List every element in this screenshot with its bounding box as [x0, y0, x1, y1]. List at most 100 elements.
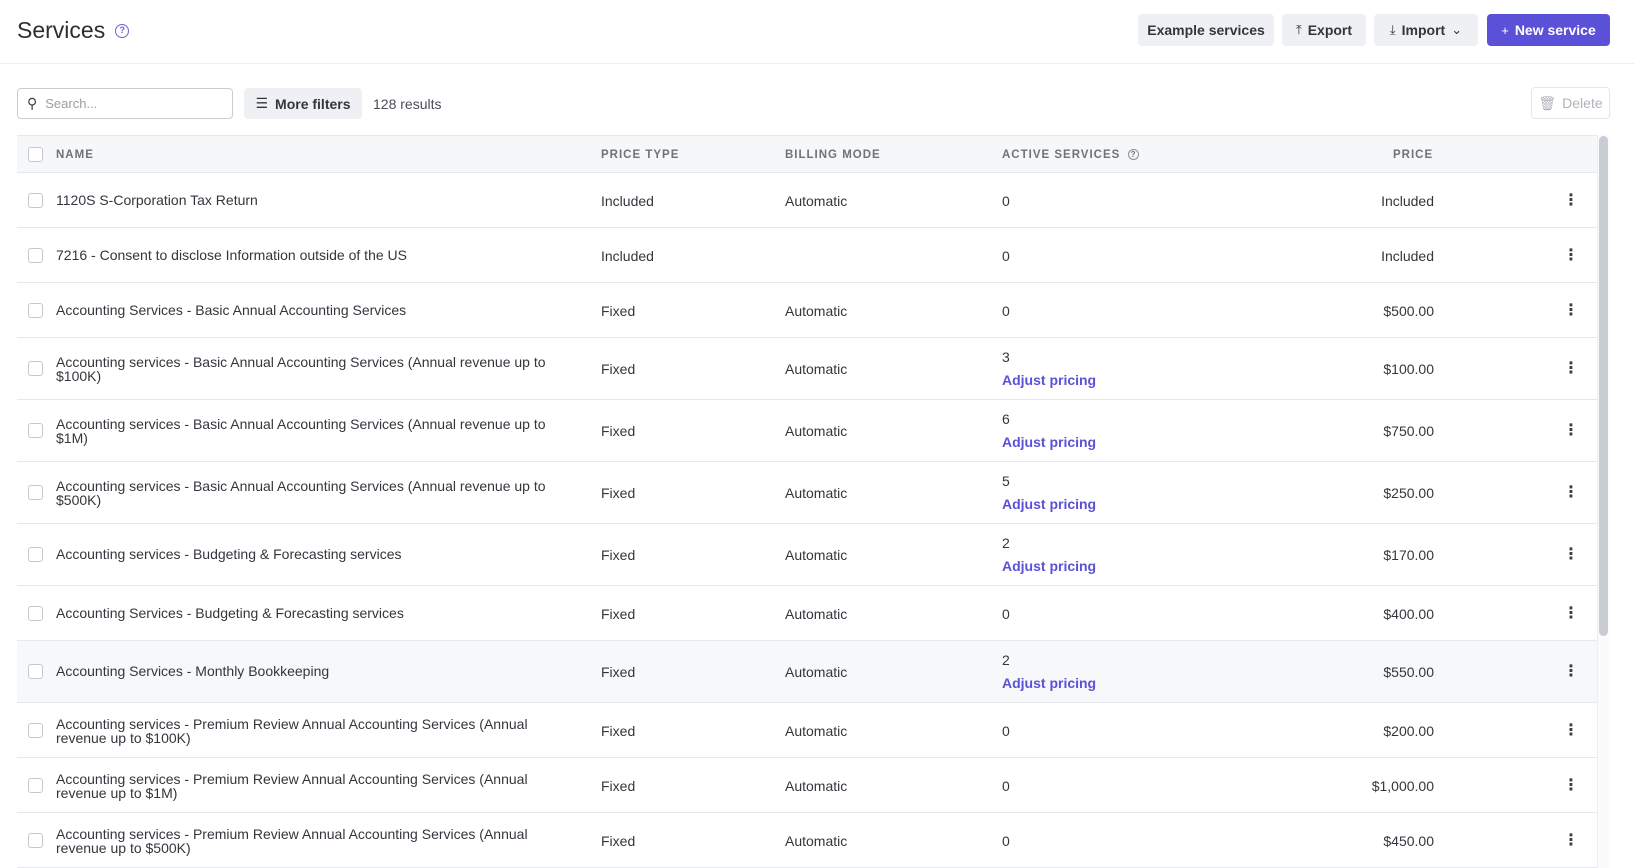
service-name[interactable]: Accounting Services - Basic Annual Accou…	[56, 303, 556, 317]
billing-mode: Automatic	[785, 302, 848, 319]
table-row[interactable]: Accounting Services - Budgeting & Foreca…	[17, 586, 1597, 641]
more-actions-icon[interactable]: ⋮	[1563, 777, 1579, 794]
active-services-count: 0	[1002, 777, 1010, 794]
billing-mode: Automatic	[785, 485, 848, 501]
active-services-label: ACTIVE SERVICES	[1002, 149, 1121, 161]
service-name[interactable]: Accounting services - Basic Annual Accou…	[56, 355, 556, 383]
active-services-count: 5	[1002, 473, 1010, 489]
service-name[interactable]: Accounting services - Premium Review Ann…	[56, 827, 556, 855]
column-header-billing-mode[interactable]: BILLING MODE	[785, 149, 881, 161]
row-checkbox[interactable]	[28, 423, 43, 438]
table-row[interactable]: Accounting services - Budgeting & Foreca…	[17, 524, 1597, 586]
price-type: Fixed	[601, 832, 636, 849]
more-actions-icon[interactable]: ⋮	[1563, 302, 1579, 319]
table-row[interactable]: Accounting Services - Monthly Bookkeepin…	[17, 641, 1597, 703]
plus-icon: +	[1501, 22, 1509, 38]
service-name[interactable]: Accounting services - Premium Review Ann…	[56, 717, 556, 745]
more-actions-icon[interactable]: ⋮	[1563, 192, 1579, 209]
select-all-checkbox[interactable]	[28, 147, 43, 162]
table-row[interactable]: Accounting services - Basic Annual Accou…	[17, 400, 1597, 462]
column-header-price[interactable]: PRICE	[1393, 149, 1433, 161]
export-button[interactable]: ⤒ Export	[1282, 14, 1366, 46]
row-checkbox[interactable]	[28, 485, 43, 500]
adjust-pricing-link[interactable]: Adjust pricing	[1002, 675, 1096, 691]
help-icon[interactable]: ?	[115, 23, 130, 38]
service-name[interactable]: 7216 - Consent to disclose Information o…	[56, 248, 556, 262]
billing-mode: Automatic	[785, 605, 848, 622]
new-service-label: New service	[1514, 22, 1596, 38]
row-checkbox[interactable]	[28, 832, 43, 848]
table-row[interactable]: Accounting Services - Basic Annual Accou…	[17, 283, 1597, 338]
column-header-price-type[interactable]: PRICE TYPE	[601, 149, 679, 161]
price-type: Fixed	[601, 302, 636, 319]
adjust-pricing-link[interactable]: Adjust pricing	[1002, 372, 1096, 388]
table-row[interactable]: Accounting services - Premium Review Ann…	[17, 758, 1597, 813]
adjust-pricing-link[interactable]: Adjust pricing	[1002, 496, 1096, 512]
billing-mode: Automatic	[785, 423, 848, 439]
price: $100.00	[1383, 361, 1434, 377]
more-actions-icon[interactable]: ⋮	[1563, 547, 1579, 563]
adjust-pricing-link[interactable]: Adjust pricing	[1002, 434, 1096, 450]
more-actions-icon[interactable]: ⋮	[1563, 664, 1579, 680]
more-actions-icon[interactable]: ⋮	[1563, 247, 1579, 264]
price: Included	[1381, 247, 1434, 264]
scrollbar-thumb[interactable]	[1599, 136, 1608, 636]
filter-icon: ☰	[255, 95, 269, 111]
download-icon: ⤓	[1389, 22, 1396, 37]
row-checkbox[interactable]	[28, 664, 43, 679]
info-icon: ?	[1127, 149, 1139, 161]
billing-mode: Automatic	[785, 832, 848, 849]
row-checkbox[interactable]	[28, 302, 43, 318]
price-type: Fixed	[601, 423, 636, 439]
row-checkbox[interactable]	[28, 361, 43, 376]
row-checkbox[interactable]	[28, 605, 43, 621]
new-service-button[interactable]: + New service	[1487, 14, 1610, 46]
adjust-pricing-link[interactable]: Adjust pricing	[1002, 558, 1096, 574]
table-row[interactable]: 7216 - Consent to disclose Information o…	[17, 228, 1597, 283]
more-actions-icon[interactable]: ⋮	[1563, 722, 1579, 739]
service-name[interactable]: Accounting services - Premium Review Ann…	[56, 772, 556, 800]
row-checkbox[interactable]	[28, 722, 43, 738]
service-name[interactable]: Accounting services - Basic Annual Accou…	[56, 417, 556, 445]
search-input[interactable]	[45, 96, 206, 111]
service-name[interactable]: 1120S S-Corporation Tax Return	[56, 193, 556, 207]
table-row[interactable]: Accounting services - Premium Review Ann…	[17, 813, 1597, 868]
price-type: Fixed	[601, 361, 636, 377]
table-row[interactable]: Accounting services - Basic Annual Accou…	[17, 462, 1597, 524]
results-count: 128 results	[373, 96, 442, 112]
service-name[interactable]: Accounting Services - Budgeting & Foreca…	[56, 606, 556, 620]
example-services-button[interactable]: Example services	[1138, 14, 1274, 46]
price: $400.00	[1383, 605, 1434, 622]
more-actions-icon[interactable]: ⋮	[1563, 605, 1579, 622]
delete-button[interactable]: 🗑 Delete	[1531, 87, 1610, 119]
table-row[interactable]: 1120S S-Corporation Tax Return Included Au…	[17, 173, 1597, 228]
table-row[interactable]: Accounting services - Premium Review Ann…	[17, 703, 1597, 758]
price: $550.00	[1383, 664, 1434, 680]
service-name[interactable]: Accounting services - Basic Annual Accou…	[56, 479, 556, 507]
import-button[interactable]: ⤓ Import ⌄	[1374, 14, 1478, 46]
delete-label: Delete	[1562, 95, 1603, 111]
more-actions-icon[interactable]: ⋮	[1563, 361, 1579, 377]
row-checkbox[interactable]	[28, 547, 43, 562]
active-services-count: 0	[1002, 722, 1010, 739]
row-checkbox[interactable]	[28, 247, 43, 263]
more-actions-icon[interactable]: ⋮	[1563, 423, 1579, 439]
row-checkbox[interactable]	[28, 777, 43, 793]
price: $450.00	[1383, 832, 1434, 849]
service-name[interactable]: Accounting services - Budgeting & Foreca…	[56, 547, 556, 561]
more-filters-button[interactable]: ☰ More filters	[244, 88, 362, 119]
more-actions-icon[interactable]: ⋮	[1563, 832, 1579, 849]
billing-mode: Automatic	[785, 722, 848, 739]
column-header-name[interactable]: NAME	[56, 149, 94, 161]
row-checkbox[interactable]	[28, 192, 43, 208]
table-row[interactable]: Accounting services - Basic Annual Accou…	[17, 338, 1597, 400]
active-services-count: 0	[1002, 247, 1010, 264]
price: $500.00	[1383, 302, 1434, 319]
service-name[interactable]: Accounting Services - Monthly Bookkeepin…	[56, 664, 556, 678]
more-actions-icon[interactable]: ⋮	[1563, 485, 1579, 501]
page-title-text: Services	[17, 17, 106, 43]
billing-mode: Automatic	[785, 547, 848, 563]
active-services-count: 6	[1002, 411, 1010, 427]
search-box[interactable]: ⚲	[17, 88, 233, 119]
column-header-active-services[interactable]: ACTIVE SERVICES ?	[1002, 149, 1139, 161]
